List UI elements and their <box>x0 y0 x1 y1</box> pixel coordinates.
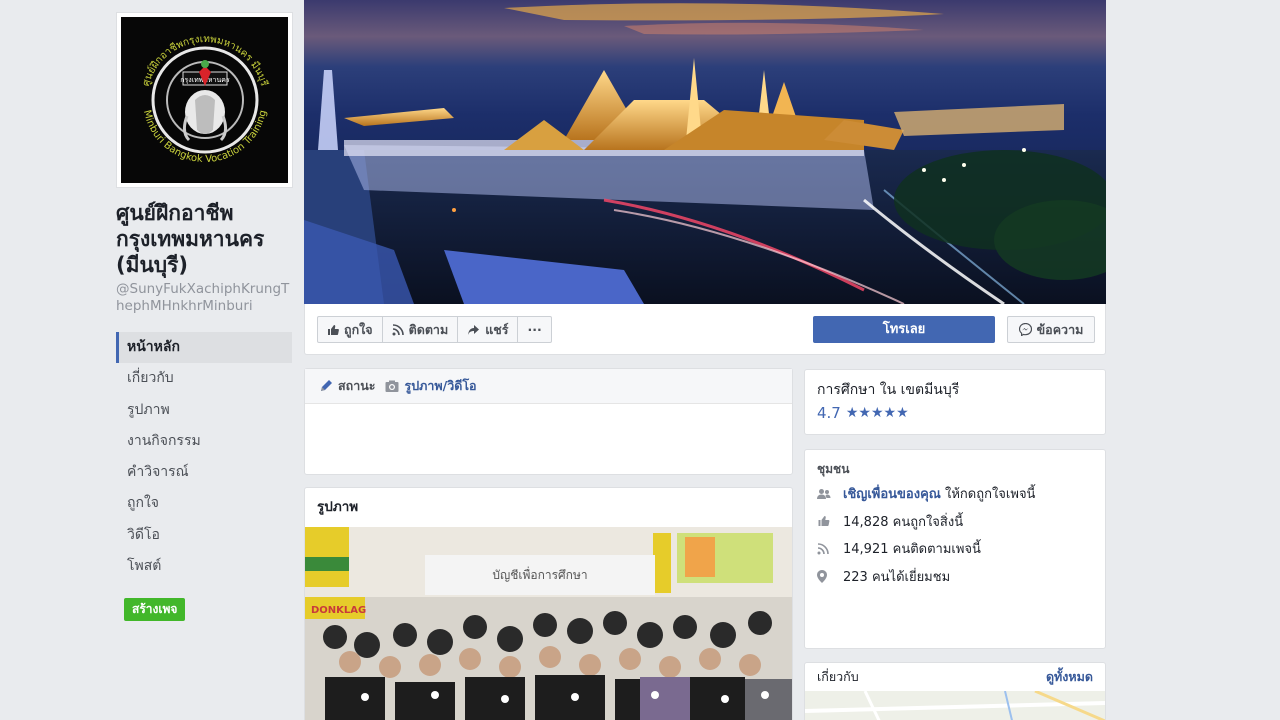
composer-tab-photo-video[interactable]: รูปภาพ/วิดีโอ <box>385 376 477 396</box>
page-category[interactable]: การศึกษา ใน เขตมีนบุรี <box>817 380 1093 400</box>
more-options-label: ··· <box>527 322 542 337</box>
nav-item-reviews[interactable]: คำวิจารณ์ <box>116 457 292 488</box>
rss-follow-icon <box>817 542 829 555</box>
community-visits-row: 223 คนได้เยี่ยมชม <box>817 563 1093 591</box>
follows-count: 14,921 คนติดตามเพจนี้ <box>843 542 981 558</box>
nav-item-likes[interactable]: ถูกใจ <box>116 488 292 519</box>
composer-tab-photo-video-label: รูปภาพ/วิดีโอ <box>404 378 477 393</box>
invite-friends-link[interactable]: เชิญเพื่อนของคุณ <box>843 487 941 502</box>
follow-button-label: ติดตาม <box>408 321 449 337</box>
photos-card-title[interactable]: รูปภาพ <box>305 488 792 527</box>
camera-icon <box>385 380 399 392</box>
nav-item-posts[interactable]: โพสต์ <box>116 551 292 582</box>
page-action-bar: ถูกใจ ติดตาม แชร์ ··· โทรเลย ข้อความ <box>304 304 1106 355</box>
like-button-label: ถูกใจ <box>344 321 373 337</box>
thumbs-up-icon <box>818 516 830 527</box>
messenger-icon <box>1018 323 1032 336</box>
page-logo: ศูนย์ฝึกอาชีพกรุงเทพมหานคร มีนบุรี Minbu… <box>140 34 270 165</box>
rss-follow-icon <box>392 323 404 335</box>
create-page-button[interactable]: สร้างเพจ <box>124 598 186 621</box>
share-button[interactable]: แชร์ <box>457 316 519 343</box>
composer-tabs: สถานะ รูปภาพ/วิดีโอ <box>305 369 792 404</box>
thumbs-up-icon <box>328 324 339 335</box>
community-follows-row: 14,921 คนติดตามเพจนี้ <box>817 535 1093 563</box>
photo-thumbnail[interactable]: บัญชีเพื่อการศึกษา DONKLAG <box>305 527 792 720</box>
more-options-button[interactable]: ··· <box>517 316 552 343</box>
like-button[interactable]: ถูกใจ <box>317 316 383 343</box>
share-button-label: แชร์ <box>485 321 509 337</box>
follow-button[interactable]: ติดตาม <box>381 316 459 343</box>
community-card: ชุมชน เชิญเพื่อนของคุณ ให้กดถูกใจเพจนี้ … <box>804 449 1106 649</box>
page-username[interactable]: @SunyFukXachiphKrungThephMHnkhrMinburi <box>116 281 296 315</box>
rating-stars-icon: ★★★★★ <box>845 405 909 421</box>
community-likes-row: 14,828 คนถูกใจสิ่งนี้ <box>817 508 1093 536</box>
about-see-all-link[interactable]: ดูทั้งหมด <box>1046 667 1093 687</box>
message-button[interactable]: ข้อความ <box>1007 316 1095 343</box>
friends-icon <box>817 488 831 499</box>
action-button-group: ถูกใจ ติดตาม แชร์ ··· <box>317 316 552 343</box>
post-composer: สถานะ รูปภาพ/วิดีโอ <box>304 368 793 475</box>
banner-sign-text: บัญชีเพื่อการศึกษา <box>492 566 587 582</box>
invite-text: ให้กดถูกใจเพจนี้ <box>940 487 1036 503</box>
photos-card: รูปภาพ บัญชีเพื่อการศึกษา DONKLAG <box>304 487 793 720</box>
group-photo-image: บัญชีเพื่อการศึกษา DONKLAG <box>305 527 792 720</box>
pencil-icon <box>321 380 332 391</box>
composer-tab-status[interactable]: สถานะ <box>319 376 375 396</box>
rating-value: 4.7 <box>817 404 841 422</box>
profile-picture[interactable]: ศูนย์ฝึกอาชีพกรุงเทพมหานคร มีนบุรี Minbu… <box>116 12 293 188</box>
community-invite-row: เชิญเพื่อนของคุณ ให้กดถูกใจเพจนี้ <box>817 480 1093 508</box>
location-map[interactable] <box>805 691 1105 720</box>
likes-count: 14,828 คนถูกใจสิ่งนี้ <box>843 514 964 530</box>
call-now-button[interactable]: โทรเลย <box>813 316 995 343</box>
nav-item-home[interactable]: หน้าหลัก <box>116 332 292 364</box>
about-card: เกี่ยวกับ ดูทั้งหมด <box>804 662 1106 720</box>
visits-count: 223 คนได้เยี่ยมชม <box>843 569 951 585</box>
banner-donklag-text: DONKLAG <box>311 605 366 616</box>
cover-photo[interactable] <box>304 0 1106 304</box>
community-title: ชุมชน <box>817 462 850 476</box>
page-title[interactable]: ศูนย์ฝึกอาชีพกรุงเทพมหานคร (มีนบุรี) <box>116 200 296 278</box>
nav-item-videos[interactable]: วิดีโอ <box>116 520 292 551</box>
message-button-label: ข้อความ <box>1036 321 1084 337</box>
map-image <box>805 691 1105 720</box>
about-title: เกี่ยวกับ <box>817 669 859 684</box>
cover-image <box>304 0 1106 304</box>
composer-tab-status-label: สถานะ <box>338 378 376 393</box>
category-rating-card: การศึกษา ใน เขตมีนบุรี 4.7 ★★★★★ <box>804 369 1106 435</box>
side-navigation: หน้าหลัก เกี่ยวกับ รูปภาพ งานกิจกรรม คำว… <box>116 332 292 582</box>
nav-item-events[interactable]: งานกิจกรรม <box>116 426 292 457</box>
location-pin-icon <box>817 569 827 583</box>
page-rating[interactable]: 4.7 ★★★★★ <box>817 404 1093 422</box>
nav-item-about[interactable]: เกี่ยวกับ <box>116 363 292 394</box>
share-arrow-icon <box>468 324 480 335</box>
nav-item-photos[interactable]: รูปภาพ <box>116 395 292 426</box>
